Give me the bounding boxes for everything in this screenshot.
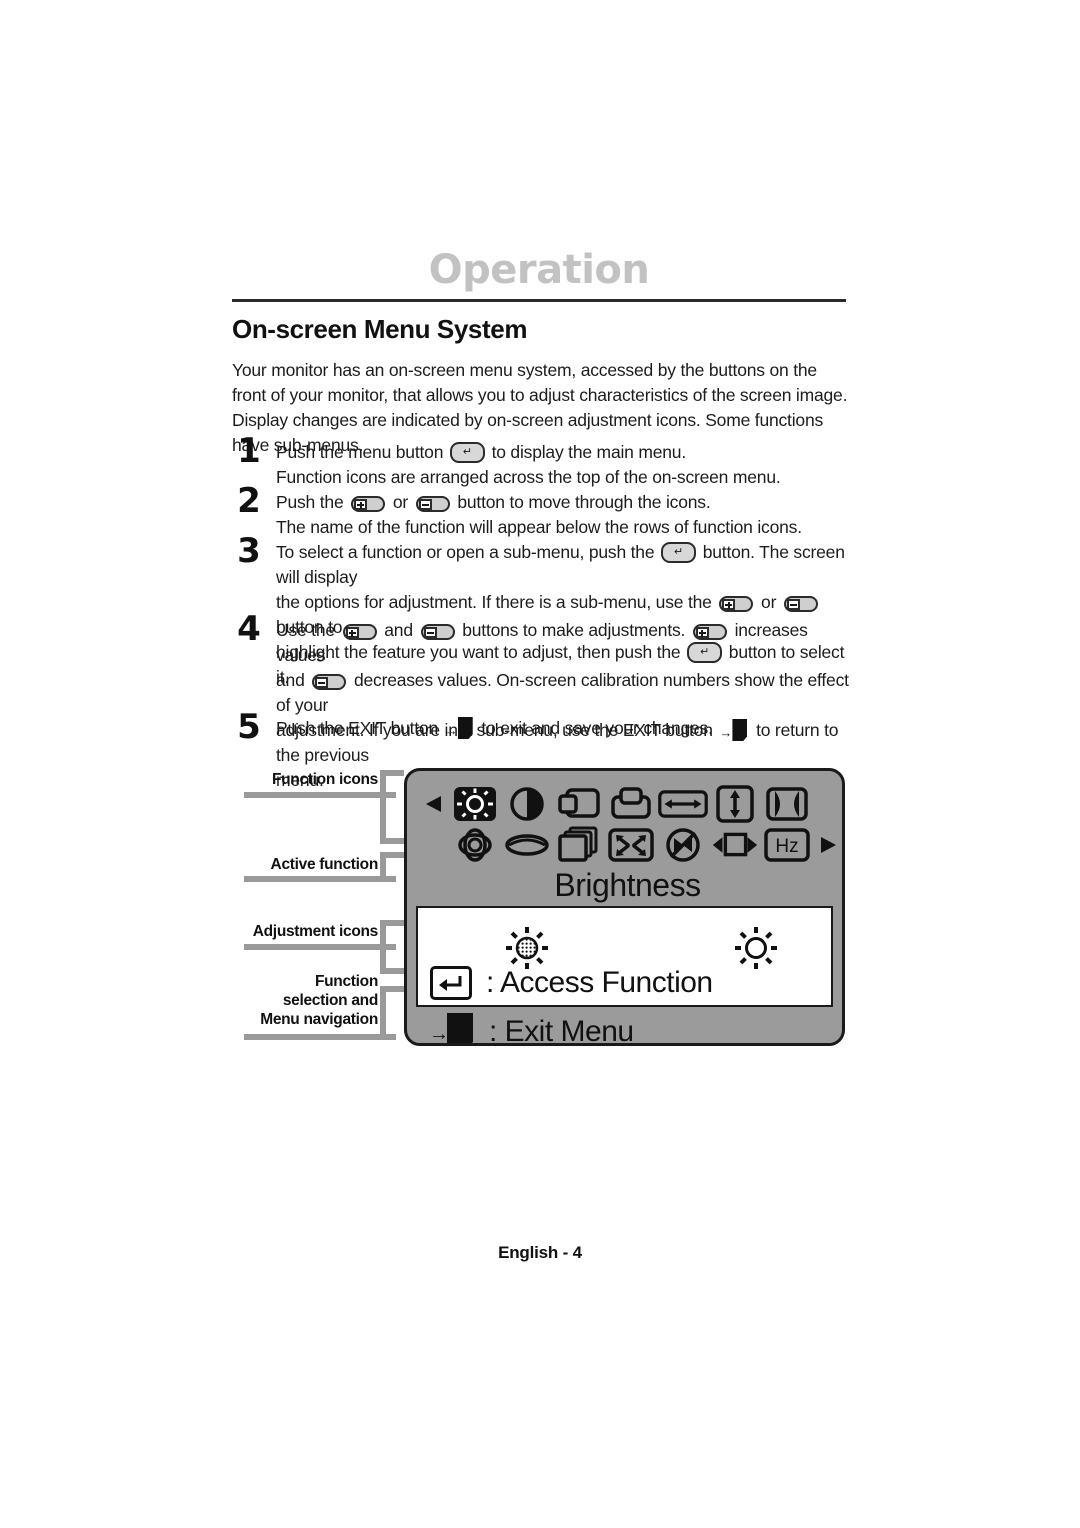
callout-bracket bbox=[380, 852, 386, 882]
callout-bar bbox=[244, 792, 396, 798]
callout-bracket bbox=[380, 986, 386, 1040]
step-text: Push the or button to move through the i… bbox=[276, 490, 850, 540]
callout-label: Function icons bbox=[271, 771, 378, 788]
callout-label: selection and bbox=[282, 992, 378, 1009]
adjustment-icons bbox=[418, 916, 831, 969]
step-number: 1 bbox=[237, 431, 261, 471]
access-function-label: : Access Function bbox=[486, 966, 713, 999]
callout-bar bbox=[244, 1034, 396, 1040]
step-text-fragment: Use the bbox=[276, 620, 335, 640]
trapezoid-icon[interactable] bbox=[501, 824, 553, 866]
step-text-fragment: To select a function or open a sub-menu,… bbox=[276, 542, 655, 562]
horizontal-size-icon[interactable] bbox=[657, 783, 709, 825]
function-icon-row-1 bbox=[419, 781, 834, 827]
frequency-hz-icon[interactable]: Hz bbox=[761, 824, 813, 866]
minus-button-icon bbox=[312, 674, 347, 690]
osd-adjustment-area: : Access Function bbox=[416, 906, 833, 1007]
menu-button-icon: ↵ bbox=[661, 542, 697, 563]
pincushion-icon[interactable] bbox=[761, 783, 813, 825]
exit-menu-row: → : Exit Menu bbox=[429, 1013, 634, 1046]
step-number: 2 bbox=[237, 481, 261, 521]
callout-bracket bbox=[380, 770, 386, 844]
minus-button-icon bbox=[420, 624, 455, 640]
callout-bracket bbox=[380, 968, 404, 974]
step-text-fragment: decreases values. On-screen calibration … bbox=[276, 670, 849, 715]
step-text-fragment: buttons to make adjustments. bbox=[462, 620, 686, 640]
callout-bar bbox=[244, 876, 396, 882]
callout-function-icons: Function icons bbox=[244, 770, 378, 789]
step-text-fragment: Push the menu button bbox=[276, 442, 444, 462]
step-text-fragment: Push the bbox=[276, 492, 344, 512]
step-text-fragment: and bbox=[276, 670, 305, 690]
vertical-size-icon[interactable] bbox=[709, 783, 761, 825]
step-text: Use the and buttons to make adjustments.… bbox=[276, 618, 850, 793]
callout-label: Function bbox=[314, 973, 378, 990]
function-icon-row-2: Hz bbox=[419, 823, 836, 867]
step-number: 4 bbox=[237, 609, 261, 649]
callout-adjustment-icons: Adjustment icons bbox=[230, 922, 379, 941]
step-text-fragment: to exit and save your changes. bbox=[481, 718, 713, 738]
step-5: 5 Push the EXIT button → to exit and sav… bbox=[232, 710, 850, 744]
callout-bar bbox=[244, 944, 396, 950]
callout-label: Active function bbox=[270, 856, 379, 873]
active-function-name: Brightness bbox=[554, 867, 701, 903]
page-title: Operation bbox=[428, 247, 650, 293]
contrast-icon[interactable] bbox=[501, 783, 553, 825]
step-text-fragment: or bbox=[392, 492, 408, 512]
step-text-fragment: to display the main menu. bbox=[491, 442, 687, 462]
step-4: 4 Use the and buttons to make adjustment… bbox=[232, 612, 850, 793]
exit-key-icon: → bbox=[429, 1013, 475, 1043]
osd-menu-panel: Hz Brightness: Access Function →: Exit… bbox=[404, 768, 845, 1046]
step-text: Push the menu button ↵ to display the ma… bbox=[276, 440, 850, 490]
callout-label: Menu navigation bbox=[260, 1011, 378, 1028]
page-footer: English - 4 bbox=[498, 1243, 582, 1262]
exit-button-icon: → bbox=[445, 717, 475, 739]
osd-icon-zone: Hz Brightness bbox=[407, 771, 842, 903]
row2-spacer bbox=[419, 824, 449, 866]
scroll-left-arrow-icon[interactable] bbox=[419, 783, 449, 825]
plus-button-icon bbox=[719, 596, 754, 612]
degauss-icon[interactable] bbox=[657, 824, 709, 866]
step-text-fragment: button to move through the icons. bbox=[457, 492, 711, 512]
plus-button-icon bbox=[351, 496, 386, 512]
step-text-fragment: or bbox=[761, 592, 777, 612]
zoom-icon[interactable] bbox=[605, 824, 657, 866]
step-text-fragment: Push the EXIT button bbox=[276, 718, 439, 738]
scroll-right-arrow-icon[interactable] bbox=[813, 824, 842, 866]
step-text-fragment: Function icons are arranged across the t… bbox=[276, 467, 781, 487]
access-function-row: : Access Function bbox=[430, 966, 713, 1000]
enter-key-icon bbox=[430, 966, 472, 1000]
step-1: 1 Push the menu button ↵ to display the … bbox=[232, 434, 850, 490]
horizontal-position-icon[interactable] bbox=[553, 783, 605, 825]
exit-menu-label: : Exit Menu bbox=[489, 1015, 634, 1046]
moire-icon[interactable] bbox=[553, 824, 605, 866]
step-text-fragment: The name of the function will appear bel… bbox=[276, 517, 802, 537]
vertical-position-icon[interactable] bbox=[605, 783, 657, 825]
brightness-high-icon[interactable] bbox=[730, 922, 782, 979]
callout-active-function: Active function bbox=[244, 855, 379, 874]
brightness-icon[interactable] bbox=[449, 783, 501, 825]
step-number: 3 bbox=[237, 531, 261, 571]
step-text-fragment: the options for adjustment. If there is … bbox=[276, 592, 712, 612]
plus-button-icon bbox=[342, 624, 377, 640]
plus-button-icon bbox=[692, 624, 727, 640]
manual-page: Operation On-screen Menu System Your mon… bbox=[0, 0, 1080, 1528]
callout-function-selection: Function selection and Menu navigation bbox=[222, 972, 378, 1029]
rotation-icon[interactable] bbox=[449, 824, 501, 866]
step-number: 5 bbox=[237, 707, 261, 747]
step-2: 2 Push the or button to move through the… bbox=[232, 484, 850, 540]
section-heading: On-screen Menu System bbox=[232, 314, 528, 344]
header-divider bbox=[232, 299, 846, 302]
step-text-fragment: and bbox=[384, 620, 413, 640]
svg-text:Hz: Hz bbox=[775, 836, 798, 857]
osd-position-icon[interactable] bbox=[709, 824, 761, 866]
minus-button-icon bbox=[783, 596, 818, 612]
menu-button-icon: ↵ bbox=[449, 442, 485, 463]
callout-bracket bbox=[380, 920, 386, 974]
callout-bracket bbox=[380, 838, 404, 844]
minus-button-icon bbox=[415, 496, 450, 512]
step-text: Push the EXIT button → to exit and save … bbox=[276, 716, 850, 741]
callout-label: Adjustment icons bbox=[252, 923, 379, 940]
